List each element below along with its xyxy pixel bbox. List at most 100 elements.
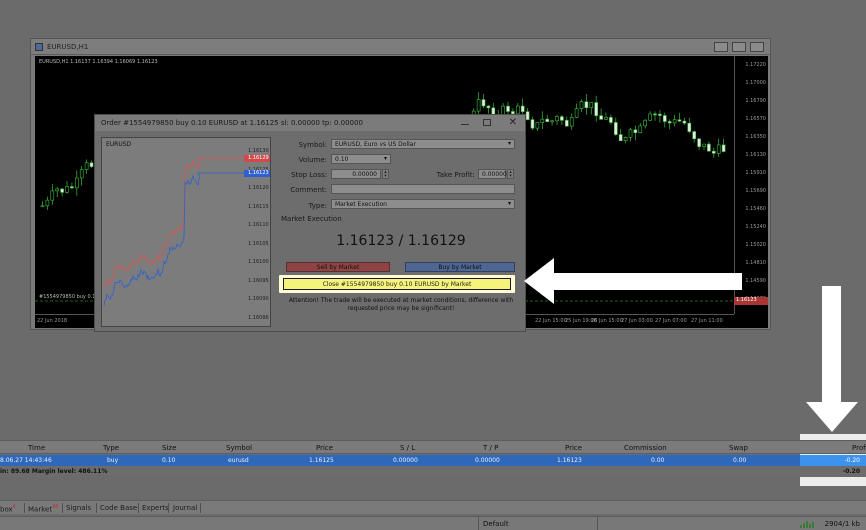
candle-body: [486, 105, 491, 109]
stoploss-stepper[interactable]: ▴ ▾: [382, 169, 389, 179]
candle-body: [711, 150, 716, 154]
candle-body: [662, 115, 667, 122]
cell-current-price: 1.16123: [557, 457, 582, 464]
pointer-arrow-left-icon: [552, 273, 742, 290]
col-size[interactable]: Size: [162, 444, 176, 452]
chevron-down-icon: ▾: [383, 155, 387, 162]
tab-market[interactable]: Market48: [28, 504, 58, 513]
col-tp[interactable]: T / P: [483, 444, 498, 452]
buy-by-market-button[interactable]: Buy by Market: [405, 262, 515, 272]
profit-cell: -0.20: [800, 455, 866, 466]
candle-body: [692, 131, 697, 140]
candle-body: [594, 102, 599, 116]
arrow-head-down-icon: [806, 402, 858, 432]
cell-size: 0.10: [162, 457, 176, 464]
dialog-minimize-icon[interactable]: [461, 124, 469, 125]
cell-swap: 0.00: [733, 457, 747, 464]
col-sl[interactable]: S / L: [400, 444, 415, 452]
chart-title: EURUSD,H1: [47, 43, 89, 51]
candle-body: [55, 188, 60, 192]
candle-body: [697, 138, 701, 147]
candle-body: [545, 118, 550, 122]
close-position-button[interactable]: Close #1554979850 buy 0.10 EURUSD by Mar…: [283, 278, 511, 290]
type-label: Type:: [308, 202, 327, 210]
sell-by-market-button[interactable]: Sell by Market: [286, 262, 390, 272]
order-dialog: Order #1554979850 buy 0.10 EURUSD at 1.1…: [94, 114, 526, 332]
restore-button[interactable]: [732, 42, 746, 52]
candle-body: [672, 119, 677, 124]
arrow-head-left-icon: [524, 258, 554, 304]
tick-price-scale: 1.161301.161251.161201.161151.161101.161…: [244, 138, 270, 326]
stoploss-input[interactable]: 0.00000: [331, 169, 381, 179]
volume-select[interactable]: 0.10 ▾: [331, 154, 391, 164]
dialog-maximize-icon[interactable]: [483, 119, 491, 126]
symbol-select[interactable]: EURUSD, Euro vs US Dollar ▾: [331, 139, 515, 149]
bid-ask-quote: 1.16123 / 1.16129: [336, 233, 466, 249]
balance-row: in: 89.68 Margin level: 486.11%: [0, 466, 866, 477]
tab-journal[interactable]: Journal: [173, 504, 197, 512]
minimize-button[interactable]: [714, 42, 728, 52]
col-profit[interactable]: Profit: [852, 444, 866, 452]
candle-body: [609, 117, 613, 123]
dialog-titlebar[interactable]: Order #1554979850 buy 0.10 EURUSD at 1.1…: [95, 115, 525, 131]
candle-body: [653, 113, 657, 116]
tab-divider: [62, 503, 63, 513]
attention-note: Attention! The trade will be executed at…: [288, 297, 514, 312]
comment-input[interactable]: [331, 184, 515, 194]
close-window-button[interactable]: [750, 42, 764, 52]
tab-inbox[interactable]: box4: [0, 504, 16, 513]
takeprofit-stepper[interactable]: ▴ ▾: [507, 169, 514, 179]
candle-body: [643, 119, 648, 127]
tab-inbox-label: box: [0, 505, 13, 514]
candle-body: [555, 116, 559, 122]
price-tick-label: 1.16350: [745, 134, 766, 140]
chevron-down-icon: ▾: [507, 200, 511, 207]
price-tick-label: 1.15690: [745, 188, 766, 194]
price-tick-label: 1.16570: [745, 116, 766, 122]
candle-body: [560, 116, 564, 121]
chevron-down-icon: ▾: [507, 140, 511, 147]
candle-body: [579, 101, 584, 109]
col-commission[interactable]: Commission: [624, 444, 667, 452]
tab-signals[interactable]: Signals: [66, 504, 91, 512]
tab-codebase[interactable]: Code Base: [100, 504, 137, 512]
balance-profit: -0.20: [842, 468, 860, 475]
candle-body: [604, 117, 608, 120]
candle-body: [535, 122, 540, 129]
price-tick-label: 1.14810: [745, 260, 766, 266]
table-row[interactable]: 8.06.27 14:43:46 buy 0.10 eurusd 1.16125…: [0, 455, 866, 466]
candle-body: [515, 105, 520, 115]
col-type[interactable]: Type: [103, 444, 119, 452]
connection-traffic-icon: [800, 521, 814, 528]
tick-price-label: 1.16110: [248, 222, 269, 228]
tab-market-label: Market: [28, 505, 53, 514]
candle-body: [40, 205, 45, 208]
dialog-close-icon[interactable]: ✕: [509, 117, 517, 128]
col-time[interactable]: Time: [28, 444, 45, 452]
comment-label: Comment:: [290, 186, 327, 194]
candle-body: [623, 137, 628, 142]
chart-titlebar[interactable]: EURUSD,H1: [31, 39, 770, 55]
cell-type: buy: [107, 457, 119, 464]
candle-body: [648, 113, 652, 121]
col-symbol[interactable]: Symbol: [226, 444, 252, 452]
status-bar: Default 2904/1 kb: [0, 516, 866, 530]
tab-experts[interactable]: Experts: [142, 504, 169, 512]
candle-body: [50, 190, 55, 201]
candle-body: [574, 108, 579, 118]
col-price-current[interactable]: Price: [565, 444, 582, 452]
tab-divider: [96, 503, 97, 513]
time-tick-label: 27 Jun 03:00: [621, 318, 653, 324]
col-swap[interactable]: Swap: [729, 444, 748, 452]
tab-divider: [24, 503, 25, 513]
takeprofit-input[interactable]: 0.00000: [478, 169, 507, 179]
status-profile: Default: [478, 517, 598, 530]
candle-body: [618, 134, 623, 142]
time-tick-label: 26 Jun 15:00: [591, 318, 623, 324]
candle-body: [79, 169, 84, 179]
tick-lines: [103, 157, 246, 306]
col-price[interactable]: Price: [316, 444, 333, 452]
type-select[interactable]: Market Execution ▾: [331, 199, 515, 209]
status-traffic: 2904/1 kb: [824, 520, 860, 528]
candle-body: [687, 122, 692, 132]
